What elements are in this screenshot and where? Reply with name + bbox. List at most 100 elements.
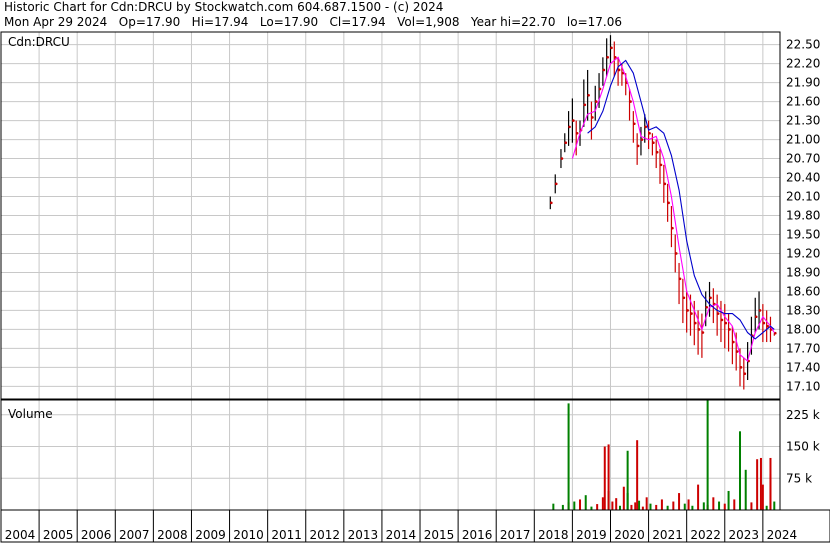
ma-fast-line (571, 56, 775, 362)
volume-bar (601, 497, 604, 510)
price-point (671, 226, 674, 230)
price-point (667, 201, 670, 205)
volume-bar (712, 497, 715, 510)
price-point (644, 125, 648, 129)
volume-bar (619, 505, 622, 510)
price-point (554, 182, 558, 186)
price-point (572, 119, 575, 122)
price-tick-label: 17.40 (786, 360, 820, 374)
price-point (697, 328, 701, 331)
price-point (564, 141, 568, 145)
volume-bar (683, 503, 686, 510)
volume-bar (723, 503, 726, 510)
volume-spike-bar (626, 450, 629, 510)
volume-bar (622, 486, 625, 510)
price-point (617, 68, 621, 72)
volume-marks (552, 400, 776, 510)
price-point (648, 131, 651, 135)
price-point (686, 309, 689, 312)
price-point (693, 321, 697, 325)
volume-bar (630, 504, 633, 510)
volume-spike-bar (607, 444, 610, 510)
year-tick-label: 2013 (348, 528, 379, 542)
volume-bar (691, 505, 694, 510)
year-tick-label: 2024 (767, 528, 798, 542)
volume-bar (573, 501, 576, 510)
volume-bar (638, 500, 641, 510)
year-tick-label: 2005 (43, 528, 74, 542)
volume-spike-bar (603, 446, 606, 510)
volume-spike-bar (769, 457, 772, 510)
price-tick-label: 20.40 (786, 171, 820, 185)
volume-spike-bar (636, 440, 639, 510)
year-tick-label: 2014 (386, 528, 417, 542)
volume-bar (579, 499, 582, 510)
year-tick-label: 2012 (309, 528, 340, 542)
price-point (602, 68, 606, 72)
volume-bar (750, 502, 753, 510)
price-point (701, 331, 705, 334)
volume-grid (0, 400, 780, 510)
volume-bar (773, 501, 776, 510)
price-tick-label: 20.10 (786, 190, 820, 204)
price-panel-label: Cdn:DRCU (8, 35, 70, 49)
volume-bar (634, 502, 637, 510)
volume-bar (641, 506, 644, 510)
price-tick-label: 17.10 (786, 379, 820, 393)
volume-tick-label: 225 k (786, 408, 820, 422)
price-tick-label: 19.20 (786, 246, 820, 260)
volume-spike-bar (759, 457, 762, 510)
price-tick-label: 18.90 (786, 265, 820, 279)
volume-bar (552, 503, 555, 510)
price-point (636, 144, 640, 148)
price-point (583, 103, 587, 107)
volume-bar (761, 484, 764, 510)
price-tick-label: 21.60 (786, 95, 820, 109)
price-point (655, 150, 659, 154)
price-point (690, 312, 693, 315)
price-point (720, 318, 724, 322)
volume-bar (744, 469, 747, 510)
volume-bar (649, 503, 652, 510)
volume-bar (697, 484, 700, 510)
volume-bar (733, 499, 736, 510)
price-point (762, 321, 766, 325)
price-point (743, 372, 747, 375)
price-marks (549, 35, 777, 390)
volume-tick-label: 150 k (786, 440, 820, 454)
year-tick-label: 2018 (538, 528, 569, 542)
volume-bar (590, 506, 593, 510)
volume-bar (561, 504, 564, 510)
volume-bar (718, 501, 721, 510)
price-point (659, 163, 663, 167)
year-tick-label: 2022 (690, 528, 721, 542)
volume-bar (645, 497, 648, 510)
price-point (652, 141, 655, 145)
price-point (678, 277, 682, 281)
year-tick-label: 2015 (424, 528, 455, 542)
price-tick-label: 21.30 (786, 114, 820, 128)
price-point (732, 340, 735, 344)
price-tick-label: 22.50 (786, 38, 820, 52)
price-tick-label: 21.00 (786, 133, 820, 147)
volume-spike-bar (706, 400, 709, 510)
price-point (640, 138, 644, 141)
price-point (587, 93, 590, 97)
price-tick-label: 22.20 (786, 57, 820, 71)
price-point (724, 321, 728, 325)
volume-bar (596, 504, 599, 510)
price-tick-label: 17.70 (786, 341, 820, 355)
volume-tick-label: 75 k (786, 471, 812, 485)
year-tick-label: 2008 (157, 528, 188, 542)
year-tick-label: 2021 (652, 528, 683, 542)
year-tick-label: 2006 (81, 528, 112, 542)
price-tick-label: 19.50 (786, 227, 820, 241)
price-point (549, 201, 553, 205)
price-point (705, 305, 709, 309)
price-tick-label: 18.60 (786, 284, 820, 298)
volume-bar (756, 459, 759, 510)
price-tick-label: 21.90 (786, 76, 820, 90)
year-tick-label: 2004 (5, 528, 36, 542)
axes: 2004 2005 2006 2007 2008 2009 2010 2011 2012 2013… (0, 38, 820, 542)
stock-chart: 2004 2005 2006 2007 2008 2009 2010 2011 2012 2013… (0, 31, 830, 543)
